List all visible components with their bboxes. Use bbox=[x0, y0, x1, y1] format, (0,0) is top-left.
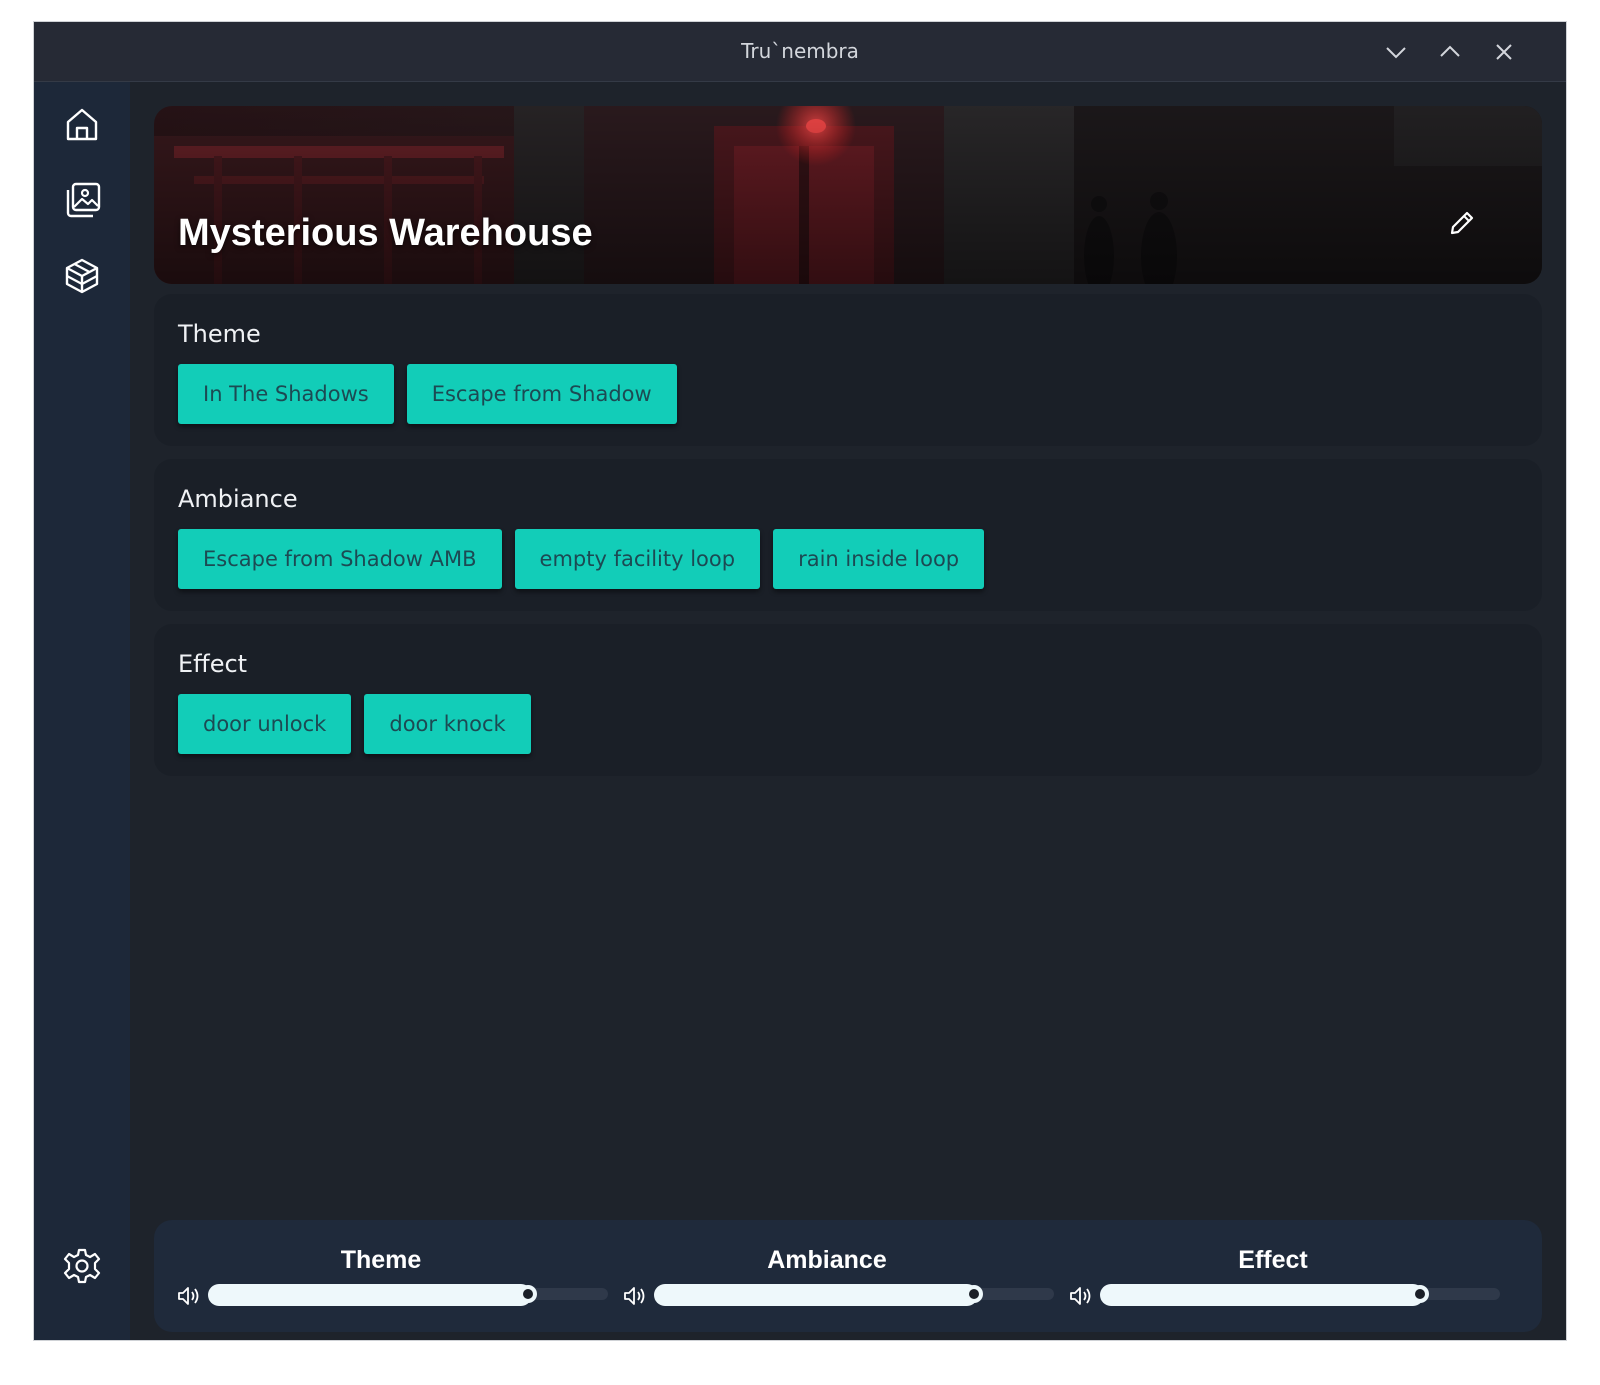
volume-mixer: Theme Ambiance Effect bbox=[154, 1220, 1542, 1332]
edit-scene-button[interactable] bbox=[1444, 206, 1478, 240]
track-button[interactable]: door knock bbox=[364, 694, 531, 754]
effect-section: Effect door unlock door knock bbox=[154, 624, 1542, 776]
effect-volume-slider[interactable] bbox=[1100, 1284, 1500, 1306]
home-icon bbox=[66, 108, 98, 141]
slider-handle[interactable] bbox=[965, 1285, 983, 1303]
track-button[interactable]: In The Shadows bbox=[178, 364, 394, 424]
app-window: Tru`nembra Mysterious Warehouse Theme In… bbox=[34, 22, 1566, 1340]
slider-fill bbox=[654, 1284, 978, 1306]
sidebar-item-gallery[interactable] bbox=[62, 180, 102, 220]
slider-handle[interactable] bbox=[1411, 1285, 1429, 1303]
window-title: Tru`nembra bbox=[741, 39, 859, 63]
gallery-icon bbox=[66, 182, 101, 218]
channel-label-effect: Effect bbox=[1238, 1246, 1308, 1274]
effect-volume-channel: Effect bbox=[1046, 1220, 1500, 1332]
pencil-icon bbox=[1450, 211, 1474, 235]
theme-track-list: In The Shadows Escape from Shadow bbox=[178, 364, 690, 424]
sidebar-item-settings[interactable] bbox=[62, 1246, 102, 1286]
theme-section: Theme In The Shadows Escape from Shadow bbox=[154, 294, 1542, 446]
effect-track-list: door unlock door knock bbox=[178, 694, 544, 754]
slider-handle[interactable] bbox=[519, 1285, 537, 1303]
main-content: Mysterious Warehouse Theme In The Shadow… bbox=[130, 82, 1566, 1340]
section-title-theme: Theme bbox=[178, 320, 261, 348]
ambiance-section: Ambiance Escape from Shadow AMB empty fa… bbox=[154, 459, 1542, 611]
settings-icon bbox=[63, 1248, 101, 1284]
channel-label-theme: Theme bbox=[340, 1246, 422, 1274]
track-button[interactable]: empty facility loop bbox=[514, 529, 761, 589]
speaker-icon[interactable] bbox=[1068, 1283, 1094, 1309]
section-title-ambiance: Ambiance bbox=[178, 485, 298, 513]
theme-volume-slider[interactable] bbox=[208, 1284, 608, 1306]
theme-volume-channel: Theme bbox=[154, 1220, 608, 1332]
track-button[interactable]: door unlock bbox=[178, 694, 352, 754]
track-button[interactable]: Escape from Shadow bbox=[406, 364, 677, 424]
speaker-icon[interactable] bbox=[176, 1283, 202, 1309]
scene-banner: Mysterious Warehouse bbox=[154, 106, 1542, 284]
sidebar-item-home[interactable] bbox=[62, 104, 102, 144]
title-bar: Tru`nembra bbox=[34, 22, 1566, 82]
ambiance-volume-slider[interactable] bbox=[654, 1284, 1054, 1306]
speaker-icon[interactable] bbox=[622, 1283, 648, 1309]
ambiance-track-list: Escape from Shadow AMB empty facility lo… bbox=[178, 529, 997, 589]
maximize-button[interactable] bbox=[1435, 37, 1465, 67]
section-title-effect: Effect bbox=[178, 650, 248, 678]
ambiance-volume-channel: Ambiance bbox=[600, 1220, 1054, 1332]
channel-label-ambiance: Ambiance bbox=[767, 1246, 887, 1274]
scene-title: Mysterious Warehouse bbox=[178, 212, 593, 254]
slider-fill bbox=[208, 1284, 532, 1306]
track-button[interactable]: rain inside loop bbox=[773, 529, 985, 589]
slider-fill bbox=[1100, 1284, 1424, 1306]
close-icon bbox=[1496, 44, 1512, 60]
warehouse-banner-image bbox=[154, 106, 1542, 284]
sidebar bbox=[34, 82, 130, 1340]
package-icon bbox=[65, 258, 99, 294]
track-button[interactable]: Escape from Shadow AMB bbox=[178, 529, 502, 589]
chevron-up-icon bbox=[1440, 45, 1460, 57]
sidebar-item-packages[interactable] bbox=[62, 256, 102, 296]
close-button[interactable] bbox=[1489, 37, 1519, 67]
chevron-down-icon bbox=[1386, 47, 1406, 59]
minimize-button[interactable] bbox=[1381, 37, 1411, 67]
